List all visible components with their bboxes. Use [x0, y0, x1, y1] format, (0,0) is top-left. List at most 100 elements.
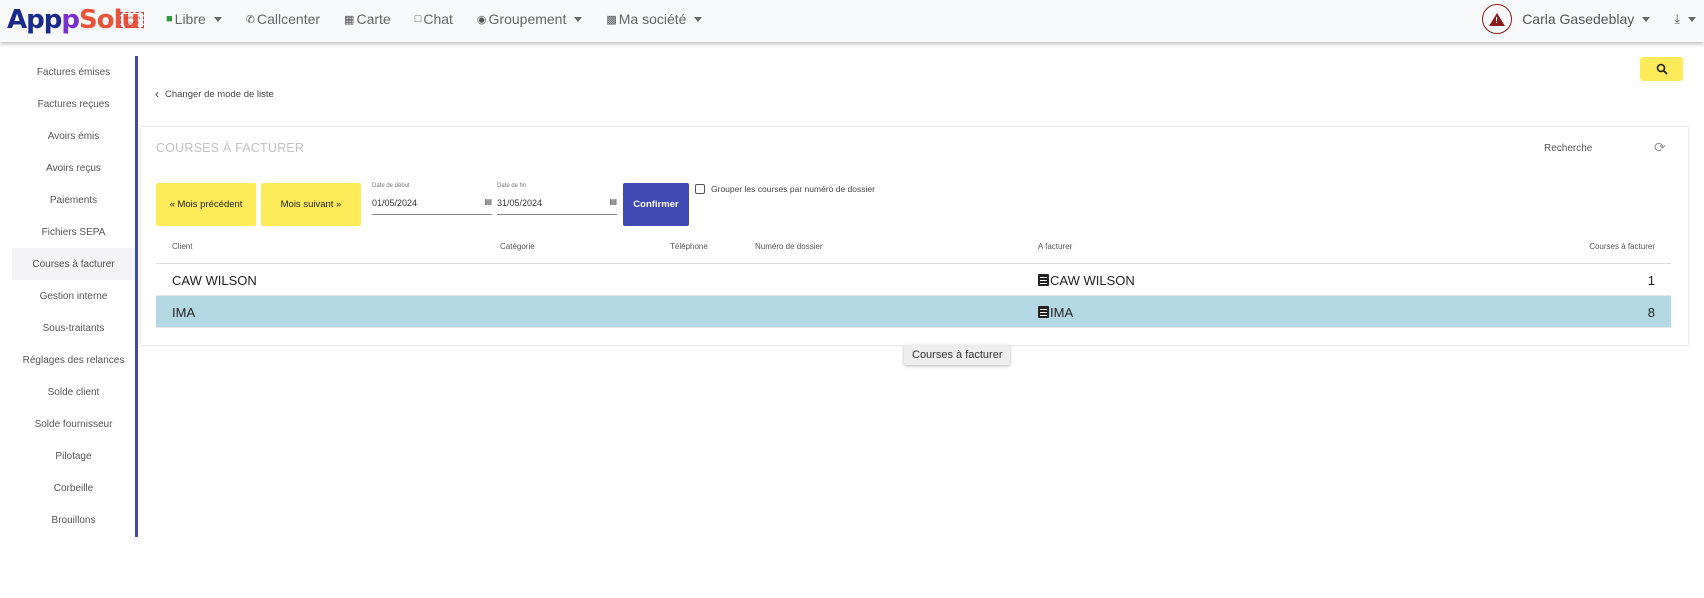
to-invoice-label: CAW WILSON [1050, 273, 1135, 288]
confirm-button[interactable]: Confirmer [623, 183, 689, 226]
nav-libre[interactable]: ■ Libre [166, 11, 222, 27]
back-link-label: Changer de mode de liste [165, 88, 274, 100]
chevron-down-icon [694, 16, 703, 22]
end-date-value: 31/05/2024 [497, 198, 543, 208]
sidebar-item-label: Solde fournisseur [34, 418, 113, 430]
group-icon: ◉ [476, 13, 487, 26]
group-by-file-label: Grouper les courses par numéro de dossie… [711, 184, 875, 194]
group-by-file-option[interactable]: Grouper les courses par numéro de dossie… [695, 184, 875, 194]
cell-to-invoice: CAW WILSON [1038, 273, 1135, 288]
header-category[interactable]: Catégorie [500, 242, 535, 251]
group-by-file-checkbox[interactable] [695, 184, 705, 194]
sidebar-item-label: Factures reçues [37, 98, 110, 110]
sidebar-item-factures-recues[interactable]: Factures reçues [12, 88, 135, 120]
chevron-down-icon [1642, 16, 1651, 22]
sidebar-item-corbeille[interactable]: Corbeille [12, 472, 135, 504]
search-icon [1656, 63, 1668, 75]
nav-label: Chat [423, 11, 453, 27]
nav-label: Groupement [488, 11, 567, 27]
sidebar-item-pilotage[interactable]: Pilotage [12, 440, 135, 472]
document-list-icon[interactable] [1038, 306, 1049, 318]
table-row[interactable]: IMA IMA 8 [156, 296, 1671, 328]
stamp-badge: MADE IN SOUTH [120, 12, 144, 28]
sidebar-item-factures-emises[interactable]: Factures émises [12, 56, 135, 88]
sidebar-item-brouillons[interactable]: Brouillons [12, 504, 135, 536]
chevron-down-icon [574, 16, 583, 22]
table-row[interactable]: CAW WILSON CAW WILSON 1 [156, 264, 1671, 296]
nav-ma-societe[interactable]: ▩ Ma société [606, 11, 703, 27]
search-button[interactable] [1640, 57, 1683, 81]
header-courses-count[interactable]: Courses à facturer [1589, 242, 1655, 251]
nav-label: Callcenter [257, 11, 321, 27]
header-to-invoice[interactable]: A facturer [1038, 242, 1072, 251]
sidebar-item-sous-traitants[interactable]: Sous-traitants [12, 312, 135, 344]
sidebar-item-label: Fichiers SEPA [41, 226, 106, 238]
calendar-icon[interactable]: ▤ [484, 197, 492, 206]
sidebar-item-gestion-interne[interactable]: Gestion interne [12, 280, 135, 312]
sidebar-item-avoirs-emis[interactable]: Avoirs émis [12, 120, 135, 152]
sidebar-item-label: Courses à facturer [32, 258, 115, 270]
search-field[interactable]: Recherche [1544, 143, 1592, 154]
sidebar-item-label: Solde client [47, 386, 100, 398]
sidebar-item-solde-fournisseur[interactable]: Solde fournisseur [12, 408, 135, 440]
start-date-value: 01/05/2024 [372, 198, 418, 208]
nav-callcenter[interactable]: ✆ Callcenter [246, 11, 320, 27]
cell-client: IMA [172, 305, 196, 320]
chat-icon: □ [414, 13, 422, 25]
car-icon: ■ [166, 13, 173, 25]
sidebar-item-avoirs-recus[interactable]: Avoirs reçus [12, 152, 135, 184]
next-month-button[interactable]: Mois suivant » [261, 183, 361, 226]
end-date-field[interactable]: Date de fin 31/05/2024 ▤ [497, 183, 617, 215]
map-icon: ▦ [344, 13, 355, 26]
sidebar-item-label: Gestion interne [39, 290, 108, 302]
cell-courses-count: 8 [1647, 305, 1655, 320]
chevron-left-icon: ‹ [155, 87, 159, 101]
courses-card: COURSES À FACTURER Recherche ⟳ « Mois pr… [141, 127, 1688, 345]
change-list-mode-link[interactable]: ‹ Changer de mode de liste [155, 87, 274, 101]
nav-label: Libre [174, 11, 206, 27]
to-invoice-label: IMA [1050, 305, 1074, 320]
nav-carte[interactable]: ▦ Carte [344, 11, 391, 27]
sidebar-item-label: Factures émises [36, 66, 111, 78]
sidebar-item-label: Sous-traitants [42, 322, 105, 334]
sidebar: Factures émises Factures reçues Avoirs é… [12, 56, 138, 537]
header-file-number[interactable]: Numéro de dossier [755, 242, 823, 251]
sidebar-item-label: Pilotage [55, 450, 92, 462]
alert-button[interactable]: ! [1482, 4, 1513, 34]
sidebar-item-solde-client[interactable]: Solde client [12, 376, 135, 408]
chevron-down-icon [1688, 16, 1696, 22]
sidebar-item-label: Avoirs émis [47, 130, 100, 142]
card-title: COURSES À FACTURER [156, 141, 305, 155]
header-phone[interactable]: Téléphone [670, 242, 708, 251]
nav-label: Ma société [618, 11, 687, 27]
start-date-field[interactable]: Date de début 01/05/2024 ▤ [372, 183, 492, 215]
top-navbar: App p Solu MADE IN SOUTH ■ Libre ✆ Callcen… [0, 0, 1704, 42]
sidebar-item-label: Brouillons [51, 514, 96, 526]
previous-month-button[interactable]: « Mois précédent [156, 183, 256, 226]
user-menu[interactable]: Carla Gasedeblay [1522, 11, 1651, 27]
main-nav: ■ Libre ✆ Callcenter ▦ Carte □ Chat ◉ Gr… [166, 0, 726, 38]
header-client[interactable]: Client [172, 242, 192, 251]
sidebar-item-reglages-relances[interactable]: Réglages des relances [12, 344, 135, 376]
sidebar-item-label: Paiements [49, 194, 98, 206]
user-area: ! Carla Gasedeblay ⤓ [1482, 0, 1704, 38]
warning-icon: ! [1489, 12, 1506, 26]
document-list-icon[interactable] [1038, 274, 1049, 286]
tooltip: Courses à facturer [904, 345, 1011, 365]
courses-table: Client Catégorie Téléphone Numéro de dos… [156, 230, 1671, 328]
sidebar-item-paiements[interactable]: Paiements [12, 184, 135, 216]
sidebar-item-courses-a-facturer[interactable]: Courses à facturer [12, 248, 135, 280]
sidebar-item-label: Avoirs reçus [46, 162, 101, 174]
settings-menu[interactable]: ⤓ [1674, 11, 1696, 27]
calendar-icon[interactable]: ▤ [609, 197, 617, 206]
logo-text-2: p [61, 5, 80, 35]
table-header: Client Catégorie Téléphone Numéro de dos… [156, 230, 1671, 264]
sidebar-item-fichiers-sepa[interactable]: Fichiers SEPA [12, 216, 135, 248]
refresh-icon[interactable]: ⟳ [1654, 139, 1666, 156]
nav-groupement[interactable]: ◉ Groupement [476, 11, 583, 27]
nav-label: Carte [356, 11, 391, 27]
cell-client: CAW WILSON [172, 273, 257, 288]
cell-to-invoice: IMA [1038, 305, 1073, 320]
start-date-label: Date de début [372, 183, 410, 189]
nav-chat[interactable]: □ Chat [415, 11, 453, 27]
